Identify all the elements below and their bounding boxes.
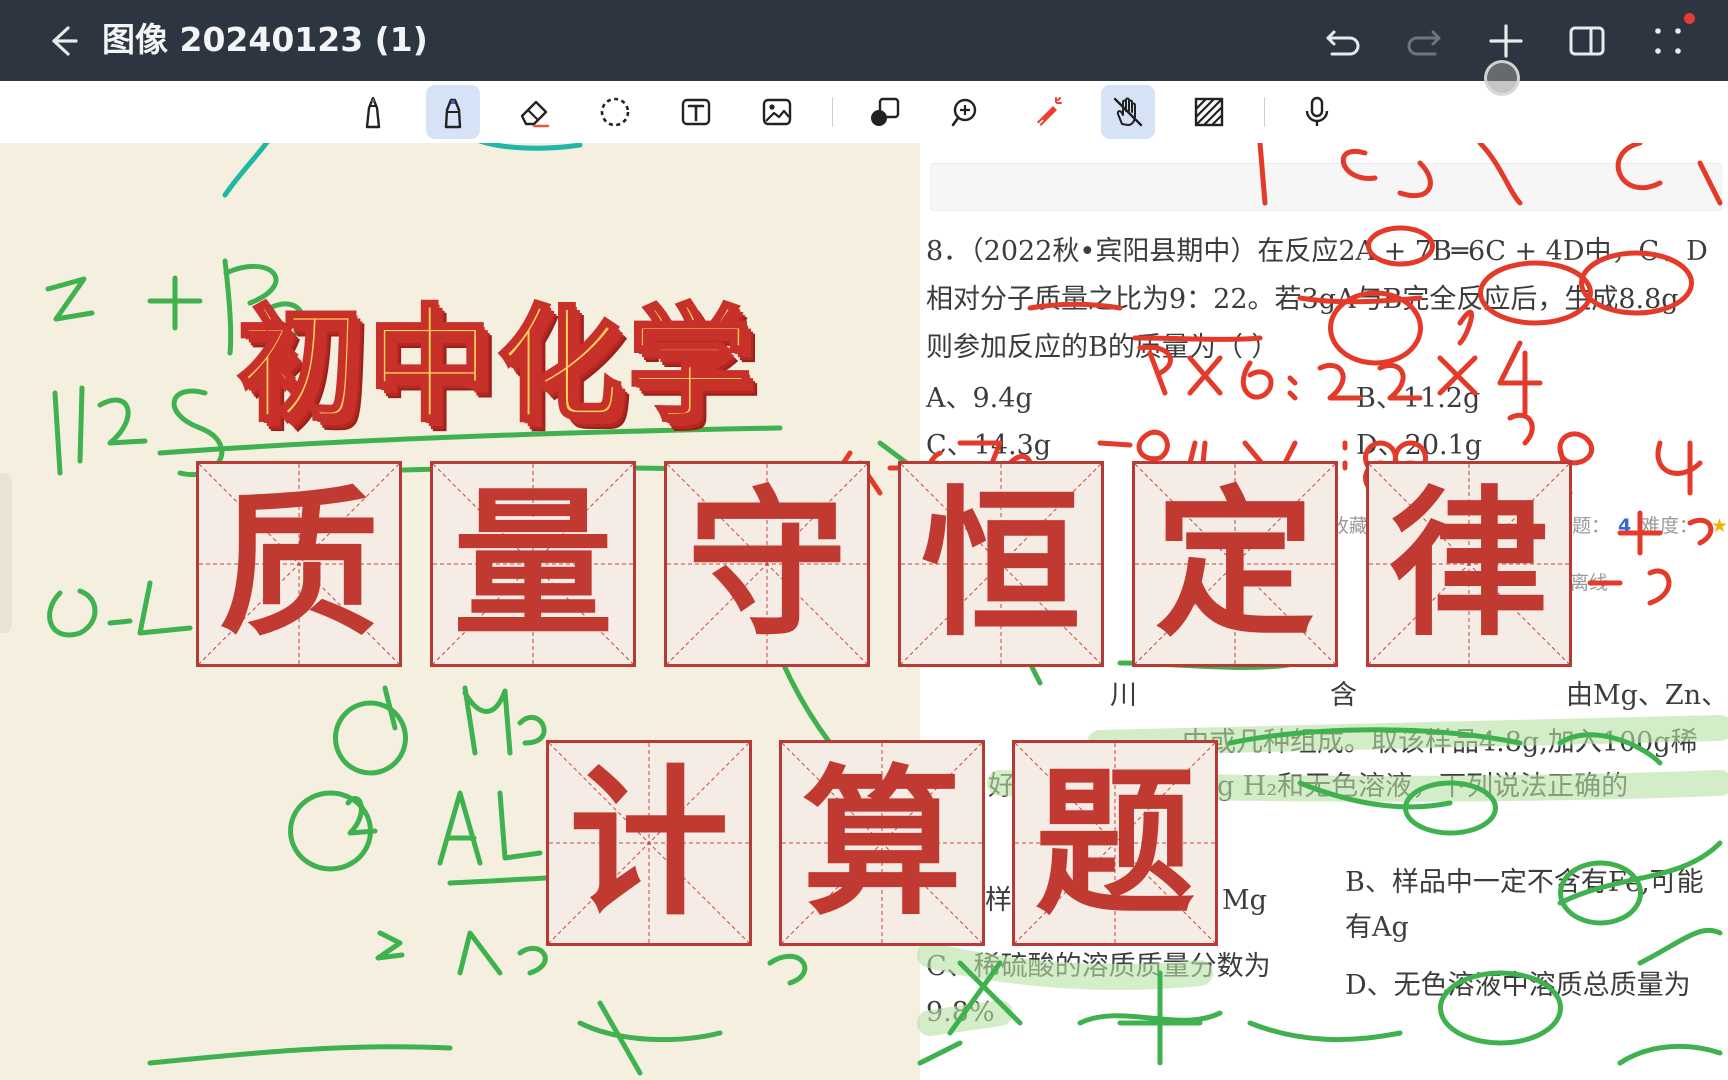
- tile-character: 计: [568, 749, 729, 937]
- image-icon[interactable]: [750, 85, 804, 139]
- toolbar-divider: [832, 97, 833, 127]
- redo-icon[interactable]: [1401, 18, 1447, 64]
- arrow-left-icon[interactable]: [38, 18, 84, 64]
- eraser-icon[interactable]: [507, 85, 561, 139]
- touch-cursor: [1484, 60, 1520, 96]
- undo-icon[interactable]: [1320, 18, 1366, 64]
- tile-character: 律: [1388, 470, 1549, 658]
- laser-pointer-icon[interactable]: [1020, 85, 1074, 139]
- hatch-icon[interactable]: [1182, 85, 1236, 139]
- microphone-icon[interactable]: [1290, 85, 1344, 139]
- title-bar: 图像 20240123 (1): [0, 0, 1728, 81]
- pen-icon[interactable]: [346, 85, 400, 139]
- tile-character: 量: [452, 470, 613, 658]
- character-tile: 题: [1012, 740, 1218, 946]
- dots-grid-icon[interactable]: [1645, 18, 1691, 64]
- overlay-subtitle: 初中化学: [236, 292, 759, 440]
- tile-character: 题: [1034, 749, 1195, 937]
- lasso-icon[interactable]: [588, 85, 642, 139]
- notification-dot: [1684, 13, 1695, 24]
- plus-icon[interactable]: [1483, 18, 1529, 64]
- tile-character: 守: [686, 470, 847, 658]
- tile-character: 算: [801, 749, 962, 937]
- panel-icon[interactable]: [1564, 18, 1610, 64]
- character-tile: 定: [1132, 461, 1338, 667]
- toolbar-divider: [1264, 97, 1265, 127]
- hand-off-icon[interactable]: [1101, 85, 1155, 139]
- tile-character: 恒: [920, 470, 1081, 658]
- document-title: 图像 20240123 (1): [102, 20, 428, 59]
- highlighter-icon[interactable]: [426, 85, 480, 139]
- note-canvas[interactable]: 8．（2022秋•宾阳县期中）在反应2A + 7B═6C + 4D中，C、D 相…: [0, 143, 1728, 1080]
- shapes-icon[interactable]: [858, 85, 912, 139]
- character-tile: 计: [546, 740, 752, 946]
- character-tile: 恒: [898, 461, 1104, 667]
- character-tile: 质: [196, 461, 402, 667]
- character-tile: 量: [430, 461, 636, 667]
- character-tile: 守: [664, 461, 870, 667]
- character-tile: 律: [1366, 461, 1572, 667]
- text-box-icon[interactable]: [669, 85, 723, 139]
- tile-character: 定: [1154, 470, 1315, 658]
- character-tile: 算: [779, 740, 985, 946]
- zoom-in-icon[interactable]: [939, 85, 993, 139]
- drawing-toolbar: [0, 81, 1728, 144]
- tile-character: 质: [218, 470, 379, 658]
